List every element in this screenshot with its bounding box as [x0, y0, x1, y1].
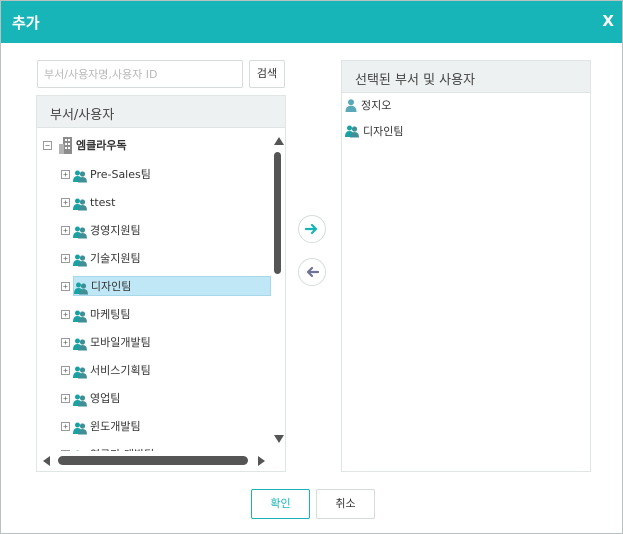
remove-selection-button[interactable]	[298, 258, 326, 286]
tree-item-body[interactable]: 영업팀	[73, 388, 126, 408]
tree-panel-header: 부서/사용자	[37, 96, 285, 128]
tree-root-label[interactable]: 엠클라우독	[76, 137, 127, 153]
expand-icon[interactable]: +	[61, 365, 70, 375]
tree-item-body[interactable]: 기술지원팀	[73, 248, 147, 268]
expand-icon[interactable]: +	[61, 253, 70, 263]
tree-item[interactable]: + Pre-Sales팀	[61, 164, 271, 184]
tree-item-label[interactable]: 서비스기획팀	[90, 362, 151, 378]
dialog-title: 추가	[12, 14, 40, 32]
department-tree: − 엠클라우독 + Pre-Sales팀 + ttest + 경영지원팀 + 기술지	[37, 129, 273, 451]
arrow-right-icon	[304, 221, 319, 240]
dialog-titlebar: 추가 X	[1, 1, 622, 43]
arrow-left-icon	[305, 264, 320, 283]
expand-icon[interactable]: +	[61, 281, 70, 291]
tree-item-body[interactable]: ttest	[73, 192, 121, 212]
collapse-icon[interactable]: −	[43, 140, 52, 150]
tree-item[interactable]: + 서비스기획팀	[61, 360, 271, 380]
tree-item[interactable]: + 모바일개발팀	[61, 332, 271, 352]
group-icon	[73, 280, 88, 294]
tree-item[interactable]: + 마케팅팀	[61, 304, 271, 324]
person-icon	[345, 98, 357, 112]
cancel-button[interactable]: 취소	[316, 489, 375, 519]
group-icon	[73, 364, 87, 378]
add-selection-button[interactable]	[298, 215, 326, 243]
selected-item[interactable]: 정지오	[345, 95, 391, 115]
tree-item-label[interactable]: Pre-Sales팀	[90, 166, 151, 182]
tree-item-label[interactable]: 기술지원팀	[90, 250, 141, 266]
expand-icon[interactable]: +	[61, 225, 70, 235]
expand-icon[interactable]: +	[61, 197, 70, 207]
tree-item[interactable]: + 기술지원팀	[61, 248, 271, 268]
group-icon	[73, 392, 87, 406]
tree-item-label[interactable]: ttest	[90, 196, 115, 209]
selected-panel-header: 선택된 부서 및 사용자	[342, 61, 590, 93]
tree-item[interactable]: + 윈도개발팀	[61, 416, 271, 436]
tree-item[interactable]: + 영업팀	[61, 388, 271, 408]
tree-vertical-scrollbar[interactable]	[272, 129, 285, 451]
group-icon	[73, 224, 87, 238]
tree-item-label[interactable]: 모바일개발팀	[90, 334, 151, 350]
tree-item-body[interactable]: 마케팅팀	[73, 304, 136, 324]
tree-item[interactable]: + ttest	[61, 192, 271, 212]
selected-item[interactable]: 디자인팀	[345, 121, 403, 141]
group-icon	[73, 252, 87, 266]
group-icon	[73, 308, 87, 322]
expand-icon[interactable]: +	[61, 309, 70, 319]
group-icon	[73, 196, 87, 210]
tree-item-body[interactable]: 윈도개발팀	[73, 416, 147, 436]
search-button[interactable]: 검색	[249, 60, 285, 88]
add-dialog: 추가 X 검색 부서/사용자 −	[0, 0, 623, 534]
group-icon	[345, 125, 359, 138]
selected-item-label: 정지오	[361, 99, 392, 112]
scroll-down-icon[interactable]	[274, 435, 284, 443]
scroll-up-icon[interactable]	[274, 137, 284, 145]
tree-item[interactable]: +연구마 개발팀	[61, 444, 271, 451]
tree-item-label[interactable]: 경영지원팀	[90, 222, 141, 238]
tree-item[interactable]: + 디자인팀	[61, 276, 271, 296]
tree-item-label[interactable]: 마케팅팀	[90, 306, 130, 322]
search-input[interactable]	[37, 60, 243, 88]
group-icon	[73, 168, 87, 182]
tree-item-label[interactable]: 윈도개발팀	[90, 418, 141, 434]
selected-item-label: 디자인팀	[363, 125, 404, 138]
tree-item-body[interactable]: 연구마 개발팀	[73, 444, 160, 451]
scroll-right-icon[interactable]	[258, 456, 265, 466]
department-tree-panel: 부서/사용자 − 엠클라우독 + Pre-Sales팀 + ttest + 경영…	[36, 95, 286, 472]
tree-item-body[interactable]: 디자인팀	[72, 276, 271, 296]
expand-icon[interactable]: +	[61, 393, 70, 403]
expand-icon[interactable]: +	[61, 169, 70, 179]
building-icon	[59, 136, 72, 154]
tree-item-label[interactable]: 영업팀	[90, 390, 120, 406]
tree-horizontal-scrollbar[interactable]	[37, 451, 273, 471]
horizontal-scroll-thumb[interactable]	[58, 456, 248, 465]
tree-root[interactable]: − 엠클라우독	[43, 135, 127, 155]
close-icon[interactable]: X	[602, 12, 614, 30]
vertical-scroll-thumb[interactable]	[274, 152, 281, 274]
tree-item-body[interactable]: 모바일개발팀	[73, 332, 157, 352]
tree-item-body[interactable]: 경영지원팀	[73, 220, 147, 240]
group-icon	[73, 336, 87, 350]
expand-icon[interactable]: +	[61, 421, 70, 431]
tree-item[interactable]: + 경영지원팀	[61, 220, 271, 240]
expand-icon[interactable]: +	[61, 337, 70, 347]
selected-panel: 선택된 부서 및 사용자 정지오디자인팀	[341, 60, 591, 472]
tree-item-label[interactable]: 디자인팀	[91, 278, 131, 294]
group-icon	[73, 420, 87, 434]
confirm-button[interactable]: 확인	[251, 489, 310, 519]
tree-item-body[interactable]: Pre-Sales팀	[73, 164, 157, 184]
tree-item-body[interactable]: 서비스기획팀	[73, 360, 157, 380]
scroll-left-icon[interactable]	[43, 456, 50, 466]
